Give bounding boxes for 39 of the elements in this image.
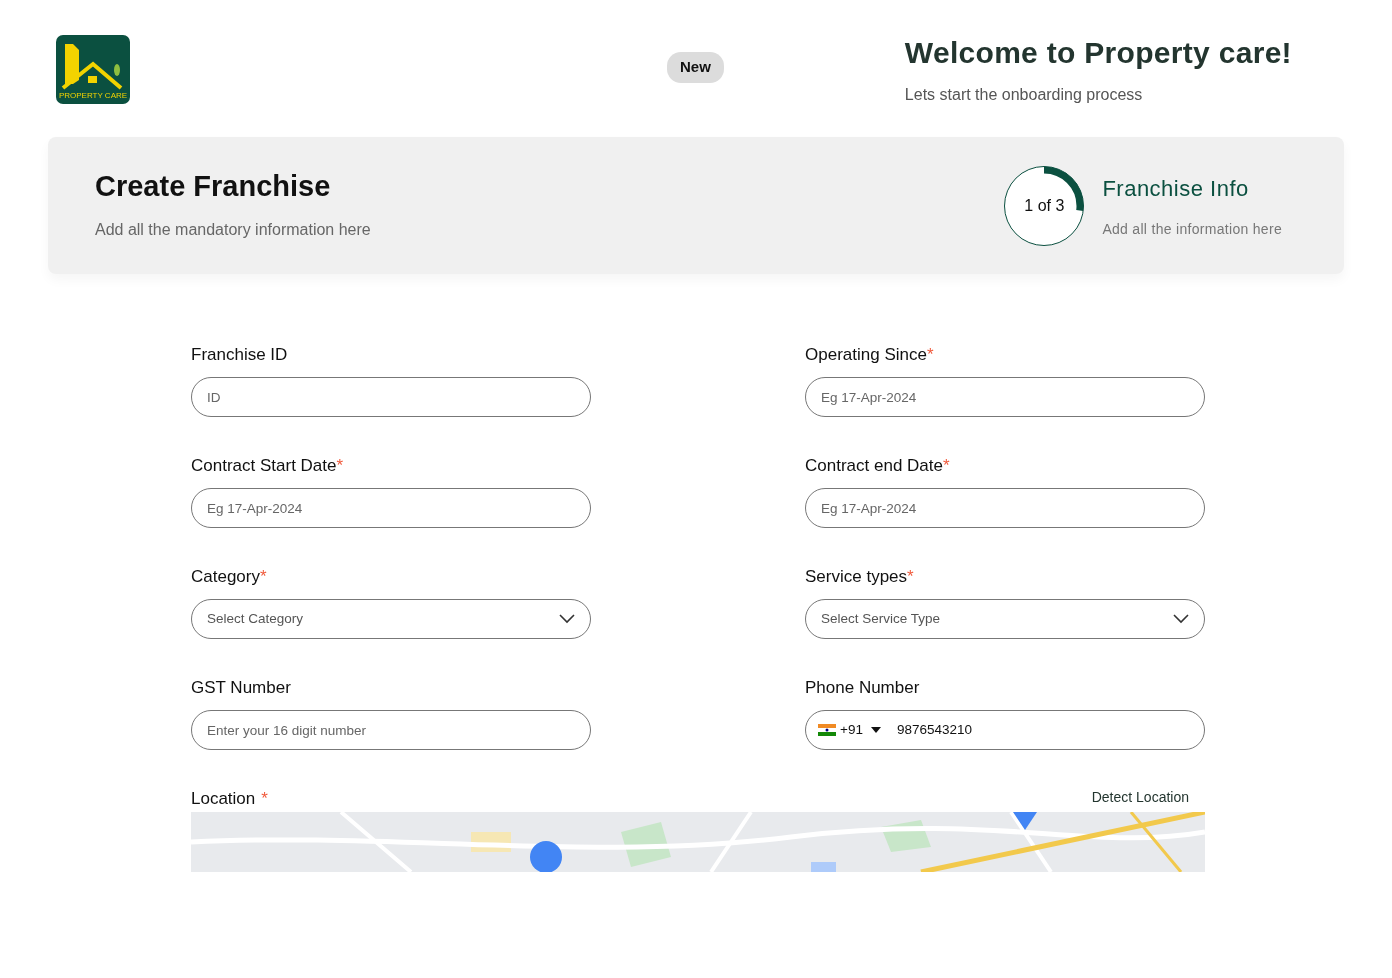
step-counter: 1 of 3 [1024,195,1065,216]
required-mark: * [260,567,267,586]
text-field[interactable]: Eg 17-Apr-2024 [805,488,1205,528]
field-label: GST Number [191,678,291,697]
chevron-down-icon [1173,614,1189,624]
flag-icon [818,724,836,736]
field-label: Phone Number [805,678,920,697]
logo-text: PROPERTY CARE [58,90,128,102]
welcome-title: Welcome to Property care! [904,35,1292,71]
required-mark: * [907,567,914,586]
field-label: Contract Start Date [191,456,337,475]
welcome-subtitle: Lets start the onboarding process [904,85,1144,105]
text-field[interactable]: Enter your 16 digit number [191,710,591,750]
caret-icon [870,727,881,733]
field-label: Location [191,789,256,808]
field-label: Franchise ID [191,345,288,364]
field-label: Category [191,567,260,586]
required-mark: * [942,456,950,475]
detect-location-link[interactable]: Detect Location [1091,786,1189,808]
step-subtitle: Add all the information here [1102,219,1282,239]
field-label: Contract end Date [805,456,943,475]
field-label: Service types [805,567,908,586]
phone-field[interactable]: +91 9876543210 [805,710,1205,750]
page-subtitle: Add all the mandatory information here [95,219,371,240]
required-mark: * [336,456,344,475]
select-dropdown[interactable]: Select Service Type [805,599,1205,639]
required-mark: * [261,789,268,808]
field-label: Operating Since [805,345,927,364]
chevron-down-icon [559,614,575,624]
select-dropdown[interactable]: Select Category [191,599,591,639]
phone-number-input[interactable]: 9876543210 [894,718,1189,742]
text-field[interactable]: Eg 17-Apr-2024 [191,488,591,528]
country-code-picker[interactable]: +91 [818,719,881,741]
required-mark: * [926,345,934,364]
text-field[interactable]: Eg 17-Apr-2024 [805,377,1205,417]
status-badge: New [667,52,724,83]
text-field[interactable]: ID [191,377,591,417]
step-title: Franchise Info [1102,174,1250,203]
page-title: Create Franchise [95,169,332,204]
